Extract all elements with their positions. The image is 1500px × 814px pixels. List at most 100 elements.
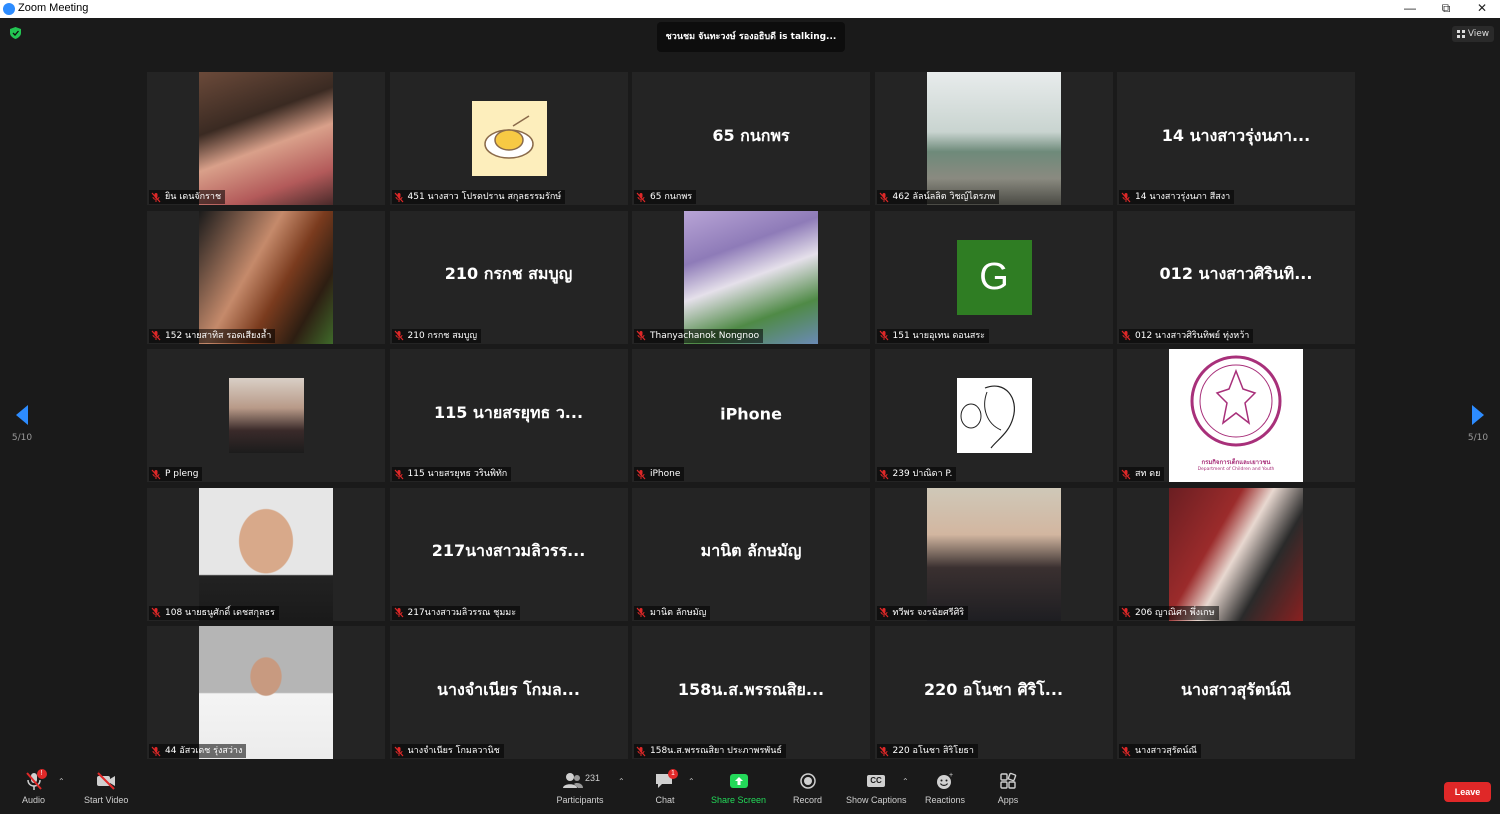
participant-name-label: 239 ปาณิดา P. <box>876 467 957 481</box>
participant-name-label: สท ดย <box>1119 467 1165 481</box>
audio-button[interactable]: ! Audio <box>22 769 47 805</box>
view-button[interactable]: View <box>1452 26 1494 42</box>
participant-tile[interactable]: มานิต ลักษมัญ มานิต ลักษมัญ <box>632 487 870 621</box>
participant-name-label: 108 นายธนูศักดิ์ เดชสกุลธร <box>149 605 279 620</box>
svg-text:+: + <box>949 772 953 779</box>
participant-tile[interactable]: 108 นายธนูศักดิ์ เดชสกุลธร <box>147 487 385 621</box>
zoom-logo-icon <box>3 3 15 15</box>
next-page-button[interactable]: 5/10 <box>1466 405 1490 445</box>
audio-options-caret[interactable]: ⌃ <box>58 777 65 786</box>
closed-captions-icon: CC <box>865 771 887 791</box>
participant-name-label: 012 นางสาวศิรินทิพย์ ทุ่งหว้า <box>1119 328 1254 343</box>
participant-tile[interactable]: P pleng <box>147 349 385 482</box>
participant-tile[interactable]: 012 นางสาวศิรินทิ... 012 นางสาวศิรินทิพย์… <box>1117 210 1355 344</box>
chat-label: Chat <box>655 795 675 805</box>
participant-display-name: iPhone <box>720 404 782 424</box>
avatar: G <box>956 239 1032 315</box>
participants-button[interactable]: 231 Participants <box>555 771 605 805</box>
participant-tile[interactable]: 217นางสาวมลิวรร... 217นางสาวมลิวรรณ ชุมมะ <box>389 487 628 621</box>
participant-name-label: 462 ลัลน์ลลิต วิชญ์ไตรภพ <box>876 190 1000 204</box>
participant-tile[interactable]: กรมกิจการเด็กและเยาวชน Department of Chil… <box>1117 349 1355 482</box>
participant-tile[interactable]: นางจำเนียร โกมล... นางจำเนียร โกมลวานิช <box>389 626 628 759</box>
participant-video <box>199 72 333 205</box>
participant-video <box>926 487 1061 621</box>
minimize-button[interactable]: — <box>1392 0 1428 18</box>
start-video-label: Start Video <box>84 795 129 805</box>
mic-muted-icon <box>636 469 646 479</box>
participant-display-name: 220 อโนชา ศิริโ... <box>923 679 1064 699</box>
mic-muted-icon <box>394 469 403 479</box>
participant-name-label: 115 นายสรยุทธ วรินพิทัก <box>391 467 512 481</box>
video-off-icon <box>95 771 117 791</box>
chat-button[interactable]: 1 Chat <box>654 769 678 805</box>
participant-name-label: 210 กรกช สมบูญ <box>391 328 482 343</box>
show-captions-button[interactable]: CC Show Captions <box>846 771 907 805</box>
participant-tile[interactable]: Thanyachanok Nongnoo <box>632 210 870 344</box>
mic-muted-icon <box>636 607 646 618</box>
participant-tile[interactable]: 44 อัสวเดช รุ่งสว่าง <box>147 626 385 759</box>
mic-muted-icon <box>394 607 403 618</box>
participants-icon: 231 <box>560 771 600 791</box>
participant-name-label: นางจำเนียร โกมลวานิช <box>391 744 504 758</box>
seal-subcaption: Department of Children and Youth <box>1197 467 1275 472</box>
participant-tile[interactable]: 206 ญาณิศา พึ่งเกษ <box>1117 487 1355 621</box>
participant-tile[interactable]: 158น.ส.พรรณสิย... 158น.ส.พรรณสิยา ประภาพร… <box>632 626 870 759</box>
shield-check-icon[interactable] <box>10 27 21 39</box>
participant-name-label: 65 กนกพร <box>634 190 697 204</box>
cartoon-egg-icon <box>484 114 534 159</box>
record-button[interactable]: Record <box>793 771 822 805</box>
share-screen-icon <box>728 771 750 791</box>
mic-muted-icon <box>1121 607 1131 618</box>
mic-muted-icon <box>636 192 646 202</box>
window-title: Zoom Meeting <box>18 2 89 14</box>
participant-tile[interactable]: 152 นายสาทิส รอดเสียงล้ำ <box>147 210 385 344</box>
participant-tile[interactable]: นางสาวสุรัตน์ณี นางสาวสุรัตน์ณี <box>1117 626 1355 759</box>
participant-display-name: 14 นางสาวรุ่งนภา... <box>1161 125 1311 145</box>
captions-options-caret[interactable]: ⌃ <box>902 777 909 786</box>
participant-tile[interactable]: iPhone iPhone <box>632 349 870 482</box>
participant-tile[interactable]: 115 นายสรยุทธ ว... 115 นายสรยุทธ วรินพิทั… <box>389 349 628 482</box>
participant-tile[interactable]: 462 ลัลน์ลลิต วิชญ์ไตรภพ <box>874 72 1113 205</box>
participant-name-label: iPhone <box>634 467 685 481</box>
participant-tile[interactable]: ทวีพร จงรฉัยศรีศิริ <box>874 487 1113 621</box>
mic-muted-icon <box>1121 192 1131 202</box>
mic-muted-icon <box>394 330 403 341</box>
participant-name: 151 นายอุเทน ดอนสระ <box>892 330 986 341</box>
participant-tile[interactable]: 220 อโนชา ศิริโ... 220 อโนชา สิริโยธา <box>874 626 1113 759</box>
start-video-button[interactable]: Start Video <box>84 771 128 805</box>
participant-name: ยิน เดนจักราช <box>165 192 222 202</box>
participant-tile[interactable]: 65 กนกพร 65 กนกพร <box>632 72 870 205</box>
participant-name-label: ยิน เดนจักราช <box>149 190 226 204</box>
participant-tile[interactable]: G 151 นายอุเทน ดอนสระ <box>874 210 1113 344</box>
participant-video-grid: ยิน เดนจักราช 451 นางสาว โปรดปราน สกุลธรร… <box>147 72 1355 760</box>
participant-tile[interactable]: 14 นางสาวรุ่งนภา... 14 นางสาวรุ่งนภา สีสง… <box>1117 72 1355 205</box>
participant-name: iPhone <box>650 469 681 479</box>
leave-button[interactable]: Leave <box>1444 782 1491 802</box>
participant-tile[interactable]: 210 กรกช สมบูญ 210 กรกช สมบูญ <box>389 210 628 344</box>
previous-page-button[interactable]: 5/10 <box>10 405 34 445</box>
reactions-button[interactable]: + Reactions <box>925 771 965 805</box>
participant-display-name: มานิต ลักษมัญ <box>700 541 802 560</box>
participants-options-caret[interactable]: ⌃ <box>618 777 625 786</box>
share-screen-label: Share Screen <box>711 795 767 805</box>
share-screen-button[interactable]: Share Screen <box>711 771 766 805</box>
audio-label: Audio <box>22 795 46 805</box>
participant-video: กรมกิจการเด็กและเยาวชน Department of Chil… <box>1169 349 1303 482</box>
reactions-label: Reactions <box>925 795 966 805</box>
participant-tile[interactable]: 239 ปาณิดา P. <box>874 349 1113 482</box>
restore-button[interactable]: ⧉ <box>1428 0 1464 18</box>
show-captions-label: Show Captions <box>846 795 907 805</box>
chat-options-caret[interactable]: ⌃ <box>688 777 695 786</box>
participant-name: P pleng <box>165 469 199 479</box>
close-button[interactable]: ✕ <box>1464 0 1500 18</box>
participant-name-label: 206 ญาณิศา พึ่งเกษ <box>1119 605 1219 620</box>
mic-muted-icon <box>151 469 161 479</box>
apps-button[interactable]: Apps <box>997 771 1019 805</box>
participant-tile[interactable]: ยิน เดนจักราช <box>147 72 385 205</box>
participant-name-label: 217นางสาวมลิวรรณ ชุมมะ <box>391 605 521 620</box>
participant-tile[interactable]: 451 นางสาว โปรดปราน สกุลธรรมรักษ์ <box>389 72 628 205</box>
participant-name: 158น.ส.พรรณสิยา ประภาพรพันธ์ <box>650 746 782 756</box>
participant-name-label: P pleng <box>149 467 203 481</box>
mic-muted-icon <box>151 607 161 618</box>
participant-name: 217นางสาวมลิวรรณ ชุมมะ <box>407 607 517 618</box>
